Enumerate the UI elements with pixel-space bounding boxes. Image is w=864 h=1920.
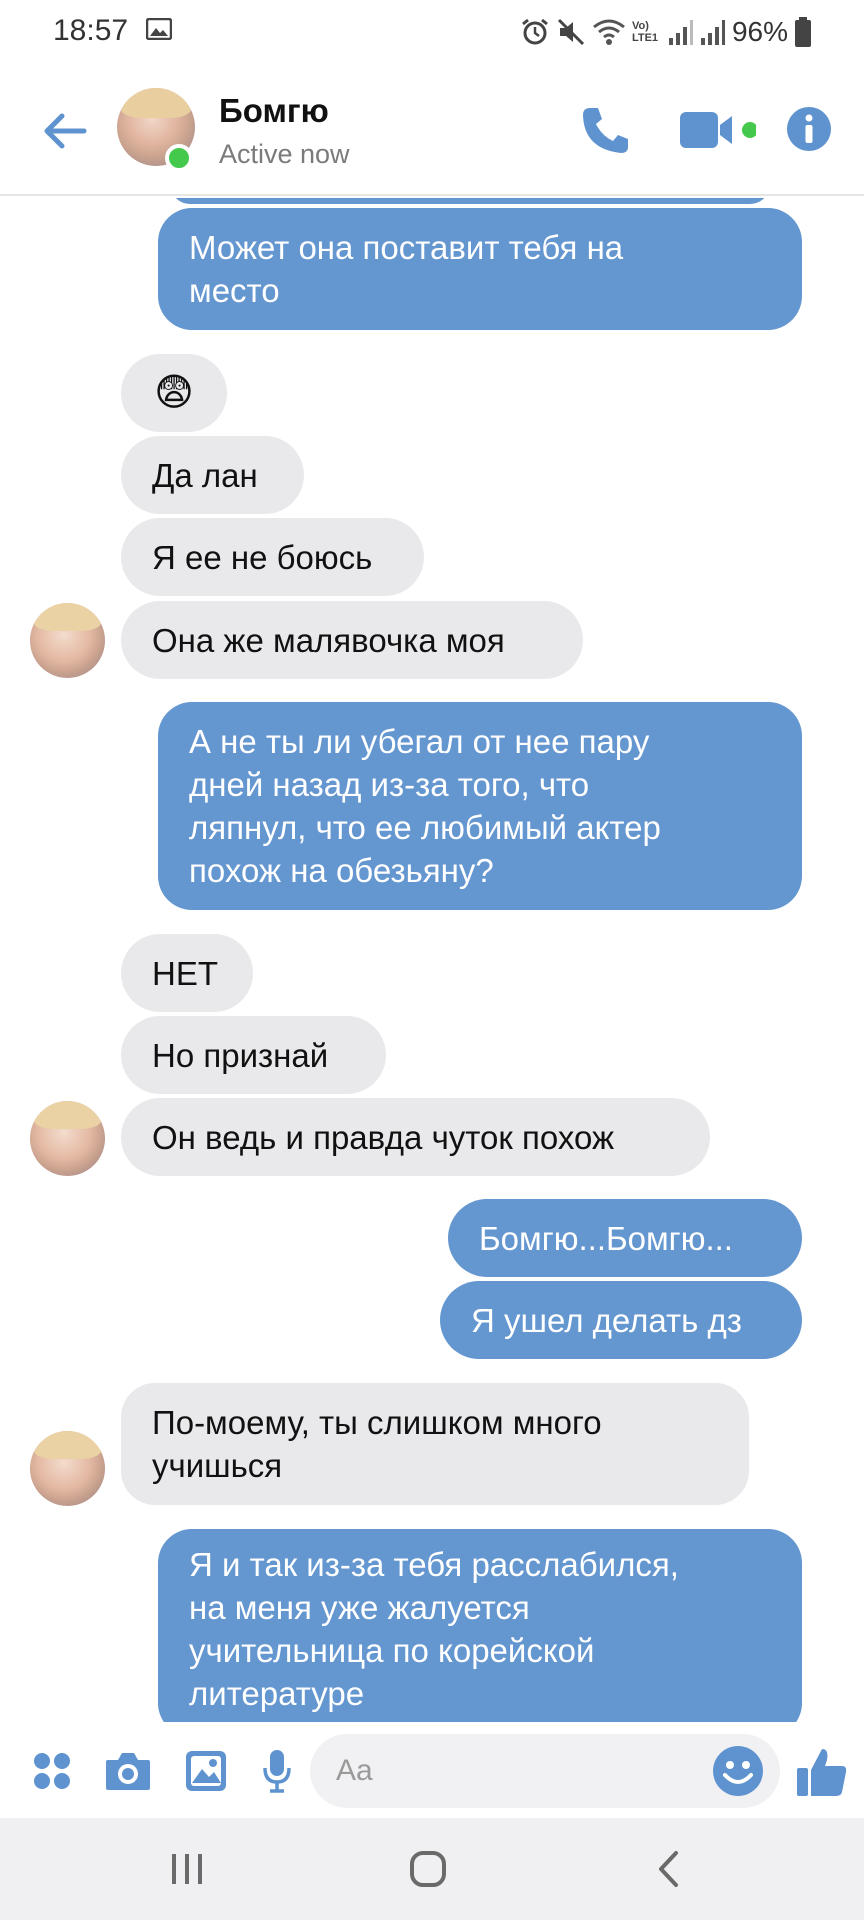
apps-grid-icon[interactable]	[32, 1751, 72, 1791]
message-text: Она же малявочка моя	[152, 621, 505, 659]
message-bubble-in[interactable]: По-моему, ты слишком много учишься	[121, 1383, 749, 1505]
message-text: литературе	[189, 1675, 365, 1712]
nav-back-icon[interactable]	[640, 1846, 700, 1892]
message-text: НЕТ	[152, 954, 218, 992]
contact-name[interactable]: Бомгю	[219, 92, 329, 130]
message-bubble-emoji[interactable]: 😨	[121, 354, 227, 432]
status-icons: Vo) LTE1 96%	[520, 12, 812, 52]
message-bubble-out[interactable]: Я и так из-за тебя расслабился, на меня …	[158, 1529, 802, 1722]
composer-bar	[0, 1722, 864, 1818]
emoji-icon[interactable]	[712, 1745, 764, 1797]
message-text: дней назад из-за того, что	[189, 766, 590, 803]
message-text: А не ты ли убегал от нее пару	[189, 723, 650, 760]
recent-apps-icon[interactable]	[157, 1846, 217, 1892]
message-text: По-моему, ты слишком много	[152, 1404, 602, 1441]
alarm-icon	[522, 18, 548, 45]
message-text: учительница по корейской	[189, 1632, 595, 1669]
message-text: Может она поставит тебя на	[189, 229, 624, 266]
sender-avatar[interactable]	[30, 603, 105, 678]
back-arrow-icon[interactable]	[40, 106, 90, 156]
message-bubble-out[interactable]: Может она поставит тебя на место	[158, 208, 802, 330]
home-icon[interactable]	[398, 1846, 458, 1892]
message-bubble-in[interactable]: Она же малявочка моя	[121, 601, 583, 679]
message-bubble-out[interactable]: Я ушел делать дз	[440, 1281, 802, 1359]
message-text: учишься	[152, 1447, 283, 1484]
message-bubble-in[interactable]: Он ведь и правда чуток похож	[121, 1098, 710, 1176]
message-bubble-out[interactable]: А не ты ли убегал от нее пару дней назад…	[158, 702, 802, 910]
message-text: место	[189, 272, 280, 309]
sender-avatar[interactable]	[30, 1101, 105, 1176]
gallery-notification-icon	[146, 18, 172, 40]
phone-call-icon[interactable]	[580, 104, 632, 156]
message-list[interactable]: Может она поставит тебя на место 😨 Да ла…	[0, 198, 864, 1722]
fearful-face-emoji: 😨	[154, 371, 194, 414]
message-bubble-in[interactable]: Но признай	[121, 1016, 386, 1094]
message-text: Я ее не боюсь	[152, 538, 373, 576]
online-indicator	[165, 144, 193, 172]
mute-icon	[557, 18, 585, 46]
status-bar: 18:57 Vo) LTE1 96%	[0, 0, 864, 64]
sender-avatar[interactable]	[30, 1431, 105, 1506]
message-input[interactable]	[336, 1734, 696, 1808]
video-call-icon[interactable]	[678, 108, 756, 152]
message-bubble-in[interactable]: Я ее не боюсь	[121, 518, 424, 596]
message-field[interactable]	[310, 1734, 780, 1808]
battery-percent: 96%	[731, 16, 788, 47]
battery-icon	[795, 17, 811, 47]
wifi-icon	[593, 19, 625, 45]
camera-icon[interactable]	[104, 1750, 152, 1792]
chat-header: Бомгю Active now	[0, 64, 864, 196]
status-time: 18:57	[53, 14, 129, 47]
message-text: Да лан	[152, 456, 258, 494]
info-icon[interactable]	[786, 106, 832, 152]
message-text: Я ушел делать дз	[471, 1301, 742, 1339]
microphone-icon[interactable]	[262, 1748, 292, 1794]
contact-status: Active now	[219, 139, 350, 169]
message-text: Но признай	[152, 1036, 329, 1074]
message-text: Он ведь и правда чуток похож	[152, 1118, 615, 1156]
message-text: Я и так из-за тебя расслабился,	[189, 1546, 679, 1583]
message-text: ляпнул, что ее любимый актер	[189, 809, 661, 846]
volte-label: Vo) LTE1	[631, 20, 659, 44]
message-text: на меня уже жалуется	[189, 1589, 530, 1626]
signal-icon-1	[668, 20, 693, 45]
message-bubble-out[interactable]: Бомгю...Бомгю...	[448, 1199, 802, 1277]
message-text: Бомгю...Бомгю...	[479, 1219, 733, 1257]
signal-icon-2	[700, 20, 725, 45]
message-bubble-partial	[170, 198, 770, 204]
message-text: похож на обезьяну?	[189, 852, 494, 889]
message-bubble-in[interactable]: Да лан	[121, 436, 304, 514]
gallery-icon[interactable]	[184, 1749, 228, 1793]
system-nav-bar	[0, 1818, 864, 1920]
message-bubble-in[interactable]: НЕТ	[121, 934, 253, 1012]
thumbs-up-icon[interactable]	[795, 1744, 849, 1798]
